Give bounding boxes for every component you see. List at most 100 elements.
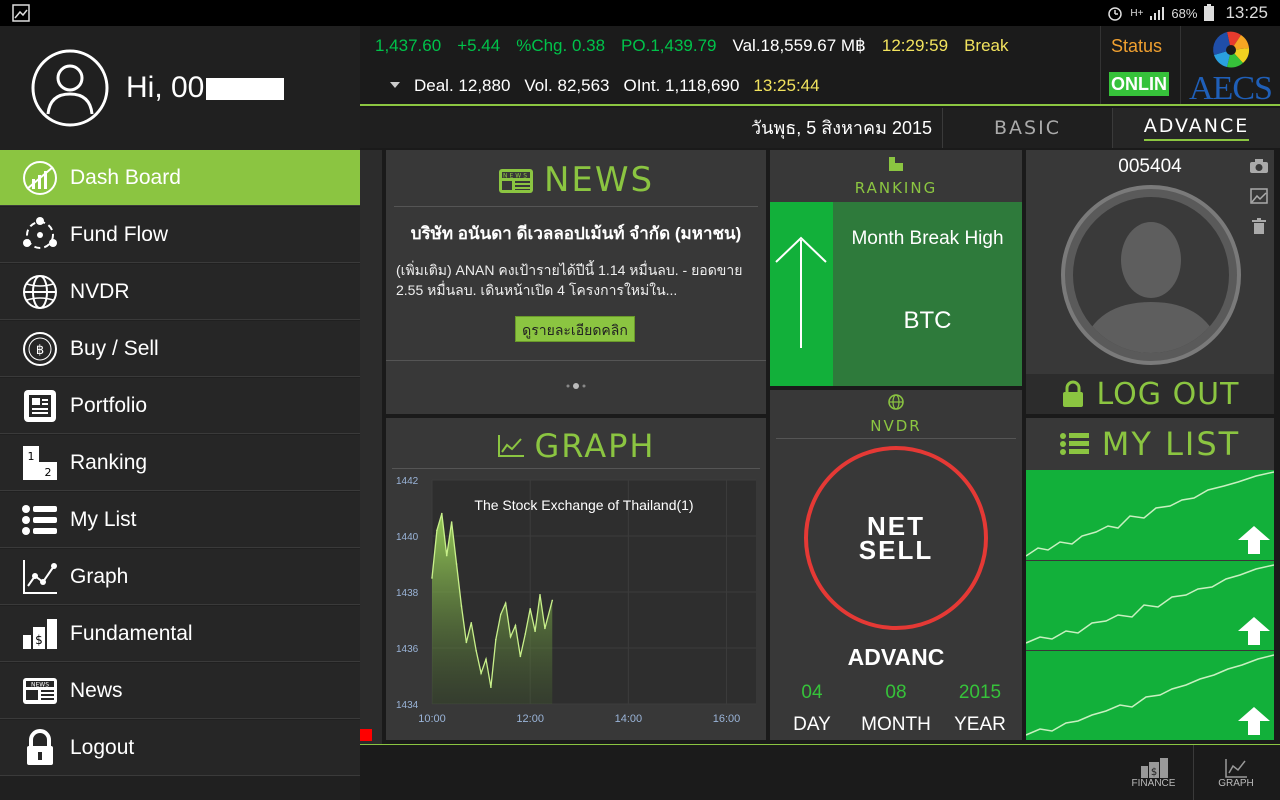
sidebar-item-label: Portfolio — [70, 393, 148, 417]
date-tab-row: วันพุธ, 5 สิงหาคม 2015 BASIC ADVANCE — [360, 108, 1280, 148]
news-detail-button[interactable]: ดูรายละเอียดคลิก — [515, 316, 635, 342]
my-list-item[interactable] — [1026, 561, 1274, 650]
system-status-bar: H+ 68% 13:25 — [0, 0, 1280, 26]
nvdr-title: NVDR — [870, 417, 922, 435]
sell-label: SELL — [858, 535, 934, 565]
logout-button[interactable]: LOG OUT — [1026, 374, 1274, 414]
volume: Vol. 82,563 — [524, 76, 610, 95]
sidebar-item-buy-sell[interactable]: ฿ Buy / Sell — [0, 321, 360, 377]
dashboard-icon — [20, 158, 60, 198]
dropdown-caret-icon[interactable] — [390, 82, 400, 90]
graph-panel: GRAPH 1442 1440 1438 1436 1434 10:00 12:00 14:0… — [386, 418, 766, 740]
ranking-panel: RANKING Month Break High BTC — [770, 150, 1022, 386]
fund-flow-icon — [20, 215, 60, 255]
chart-point — [431, 577, 433, 579]
sidebar-item-label: Ranking — [70, 450, 148, 474]
chart-point — [450, 521, 453, 523]
ranking-card[interactable]: Month Break High BTC — [833, 202, 1022, 386]
clock: 13:25 — [1225, 3, 1268, 22]
alert-marker — [360, 729, 372, 741]
sidebar-item-dashboard[interactable]: Dash Board — [0, 150, 360, 206]
sidebar: Hi, 00 Dash Board Fund Flow NVDR ฿ Buy /… — [0, 26, 360, 800]
sidebar-item-ranking[interactable]: 12 Ranking — [0, 435, 360, 491]
network-type-icon: H+ — [1130, 7, 1144, 19]
graph-icon — [1224, 758, 1248, 778]
sidebar-item-label: Dash Board — [70, 165, 181, 189]
chart-point — [475, 650, 477, 652]
status-label: Status — [1111, 36, 1163, 56]
chart-point — [480, 672, 482, 674]
buy-sell-icon: ฿ — [20, 329, 60, 369]
camera-icon[interactable] — [1249, 158, 1269, 174]
news-panel: NEWS NEWS บริษัท อนันดา ดีเวลลอปเม้นท์ จ… — [386, 150, 766, 414]
chart-title: The Stock Exchange of Thailand(1) — [474, 497, 693, 513]
sidebar-item-news[interactable]: NEWS News — [0, 663, 360, 719]
sidebar-item-graph[interactable]: Graph — [0, 549, 360, 605]
up-arrow-icon — [1238, 707, 1270, 735]
portfolio-icon — [20, 386, 60, 426]
gallery-notification-icon — [12, 4, 30, 22]
chart-point — [441, 512, 443, 515]
chart-point — [455, 563, 458, 565]
sidebar-item-logout[interactable]: Logout — [0, 720, 360, 776]
battery-icon — [1203, 4, 1215, 22]
ranking-symbol: BTC — [903, 307, 952, 334]
sidebar-item-label: Buy / Sell — [70, 336, 159, 360]
greeting-text: Hi, 00 — [126, 71, 205, 104]
x-tick-label: 12:00 — [516, 713, 544, 725]
sidebar-item-nvdr[interactable]: NVDR — [0, 264, 360, 320]
finance-icon: $ — [1139, 757, 1169, 778]
svg-text:1: 1 — [28, 450, 35, 463]
chart-point — [485, 658, 487, 660]
graph-button[interactable]: GRAPH — [1196, 745, 1276, 800]
current-time: 13:25:44 — [753, 76, 820, 95]
news-footer-divider — [386, 360, 766, 361]
market-value: Val.18,559.67 M฿ — [732, 36, 866, 55]
sidebar-item-fund-flow[interactable]: Fund Flow — [0, 207, 360, 263]
tab-advance-label: ADVANCE — [1143, 115, 1250, 141]
image-icon[interactable] — [1250, 188, 1268, 204]
update-time: 12:29:59 — [881, 36, 949, 55]
masked-username — [206, 78, 285, 101]
logo-text: AECS — [1189, 70, 1273, 107]
index-chart[interactable]: 1442 1440 1438 1436 1434 10:00 12:00 14:00 16:00… — [386, 470, 766, 740]
nvdr-month-value: 08 — [885, 682, 907, 703]
index-pct-change: %Chg. 0.38 — [516, 36, 606, 55]
profile-photo-placeholder[interactable] — [1058, 182, 1244, 368]
left-scroll-edge — [360, 150, 382, 744]
my-list-item[interactable] — [1026, 651, 1274, 740]
sidebar-item-fundamental[interactable]: $ Fundamental — [0, 606, 360, 662]
nvdr-day-value: 04 — [801, 682, 823, 703]
sidebar-item-portfolio[interactable]: Portfolio — [0, 378, 360, 434]
svg-text:NEWS: NEWS — [31, 681, 49, 688]
index-change: +5.44 — [457, 36, 501, 55]
finance-button[interactable]: $ FINANCE — [1114, 745, 1194, 800]
graph-icon — [497, 434, 525, 458]
sidebar-item-label: News — [70, 678, 123, 702]
globe-icon — [20, 272, 60, 312]
avatar-icon[interactable] — [30, 48, 110, 128]
account-id: 005404 — [1118, 156, 1182, 177]
news-headline[interactable]: บริษัท อนันดา ดีเวลลอปเม้นท์ จำกัด (มหาช… — [386, 220, 766, 247]
y-tick-label: 1436 — [396, 644, 419, 655]
tab-basic[interactable]: BASIC — [942, 108, 1112, 148]
my-list-item[interactable] — [1026, 470, 1274, 560]
sidebar-item-label: NVDR — [70, 279, 130, 303]
sparkline-icon — [1026, 564, 1274, 644]
graph-divider — [392, 468, 760, 469]
nvdr-year-label: YEAR — [954, 714, 1006, 735]
chart-point — [519, 655, 522, 658]
news-pager-dots[interactable] — [564, 382, 588, 390]
news-header: NEWS NEWS — [386, 154, 766, 206]
trash-icon[interactable] — [1252, 218, 1266, 234]
nvdr-year-value: 2015 — [958, 682, 1002, 703]
tab-advance[interactable]: ADVANCE — [1112, 108, 1280, 148]
y-tick-label: 1438 — [396, 588, 419, 599]
bottom-toolbar: $ FINANCE GRAPH — [360, 744, 1280, 800]
nvdr-symbol: ADVANC — [847, 644, 945, 670]
list-icon — [1059, 432, 1090, 456]
sidebar-item-my-list[interactable]: My List — [0, 492, 360, 548]
news-icon: NEWS — [498, 166, 534, 194]
y-tick-label: 1434 — [396, 700, 419, 711]
svg-text:$: $ — [1150, 767, 1156, 778]
